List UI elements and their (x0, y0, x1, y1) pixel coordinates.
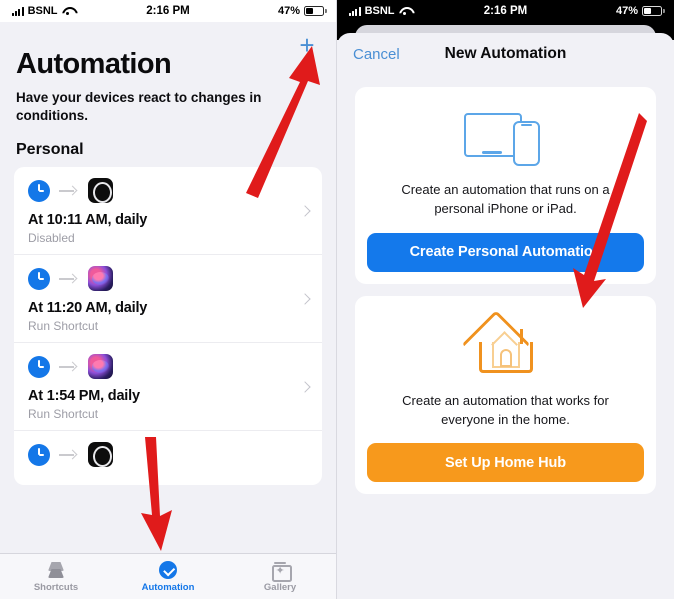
status-bar-left: BSNL 2:16 PM 47% (0, 0, 336, 22)
battery-percent-label: 47% (277, 5, 300, 17)
sheet-navigation-bar: Cancel New Automation (337, 33, 674, 75)
page-subtitle: Have your devices react to changes in co… (16, 90, 262, 124)
gallery-icon (269, 560, 292, 582)
siri-shortcuts-app-icon (88, 266, 113, 292)
battery-percent-label: 47% (615, 5, 638, 17)
new-automation-sheet: Cancel New Automation Create an automati… (337, 33, 674, 599)
arrow-right-icon (59, 449, 79, 461)
arrow-right-icon (59, 361, 79, 373)
automation-row-icons (28, 442, 308, 468)
automation-row-icons (28, 354, 308, 380)
page-title: Automation (16, 48, 172, 80)
cancel-button[interactable]: Cancel (353, 46, 400, 63)
section-header-personal: Personal (16, 141, 84, 159)
personal-automation-card: Create an automation that runs on a pers… (355, 87, 656, 284)
arrow-right-icon (59, 185, 79, 197)
home-hub-description: Create an automation that works for ever… (402, 392, 609, 427)
wifi-icon (62, 7, 74, 16)
personal-automation-description: Create an automation that runs on a pers… (401, 182, 610, 216)
screenshot-root: BSNL 2:16 PM 47% + Automation Have your … (0, 0, 675, 599)
cellular-signal-icon (12, 6, 24, 16)
automation-title: At 10:11 AM, daily (28, 212, 148, 229)
battery-icon (642, 6, 665, 16)
siri-shortcuts-app-icon (88, 354, 113, 380)
clock-trigger-icon (28, 355, 50, 378)
home-hub-card: Create an automation that works for ever… (355, 295, 656, 495)
tab-automation[interactable]: Automation (112, 560, 224, 593)
left-phone-panel: BSNL 2:16 PM 47% + Automation Have your … (0, 0, 337, 599)
status-bar-right-group: 47% (277, 5, 327, 17)
tab-bar: Shortcuts Automation Gallery (0, 553, 336, 599)
automation-row[interactable]: At 11:20 AM, daily Run Shortcut (14, 255, 322, 344)
status-bar-right-group: 47% (615, 5, 665, 17)
devices-tablet-phone-icon (463, 109, 548, 167)
clock-trigger-icon (28, 443, 50, 466)
automation-screen: + Automation Have your devices react to … (0, 22, 336, 599)
clock-trigger-icon (28, 267, 50, 290)
add-button[interactable]: + (294, 32, 320, 58)
automation-title: At 1:54 PM, daily (28, 388, 140, 405)
automation-row[interactable] (14, 431, 322, 485)
arrow-right-icon (59, 273, 79, 285)
carrier-label: BSNL (27, 5, 58, 17)
automation-subtitle: Run Shortcut (28, 407, 99, 422)
create-personal-automation-button[interactable]: Create Personal Automation (367, 232, 644, 272)
carrier-label: BSNL (364, 5, 395, 17)
automation-row[interactable]: At 1:54 PM, daily Run Shortcut (14, 343, 322, 432)
tab-label: Automation (141, 582, 195, 593)
status-bar-right: BSNL 2:16 PM 47% (337, 0, 674, 22)
tab-gallery[interactable]: Gallery (224, 560, 336, 593)
watch-app-icon (88, 178, 113, 204)
tab-shortcuts[interactable]: Shortcuts (0, 560, 112, 593)
automation-subtitle: Run Shortcut (28, 319, 99, 334)
automation-icon (157, 560, 179, 580)
automation-subtitle: Disabled (28, 231, 75, 246)
cellular-signal-icon (349, 6, 361, 16)
automation-row-icons (28, 178, 308, 204)
shortcuts-icon (45, 560, 67, 580)
automation-row[interactable]: At 10:11 AM, daily Disabled (14, 167, 322, 256)
status-bar-left-group: BSNL (12, 5, 74, 17)
automation-row-icons (28, 266, 308, 292)
watch-app-icon (88, 442, 113, 468)
home-hub-icon (461, 309, 544, 378)
right-phone-panel: BSNL 2:16 PM 47% Cancel New Automation C… (337, 0, 674, 599)
tab-label: Shortcuts (33, 582, 79, 593)
wifi-icon (399, 7, 411, 16)
tab-label: Gallery (263, 582, 297, 593)
battery-icon (304, 6, 327, 16)
set-up-home-hub-button[interactable]: Set Up Home Hub (367, 443, 644, 483)
clock-trigger-icon (28, 179, 50, 202)
automation-list: At 10:11 AM, daily Disabled At 11:20 AM,… (14, 167, 322, 486)
automation-title: At 11:20 AM, daily (28, 300, 148, 317)
status-bar-left-group: BSNL (349, 5, 411, 17)
